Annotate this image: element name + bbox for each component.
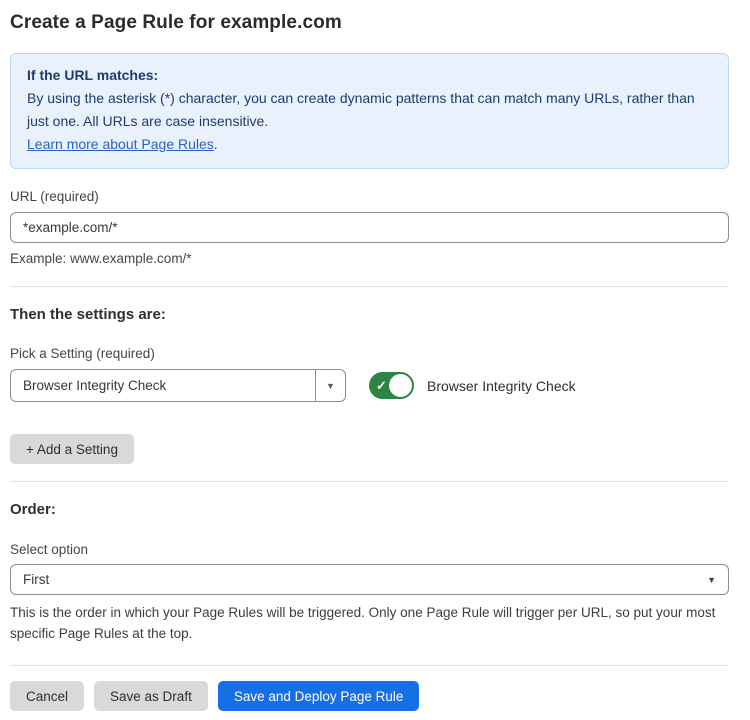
setting-dropdown-arrow-button[interactable]: ▼ — [315, 370, 345, 401]
add-setting-button[interactable]: + Add a Setting — [10, 434, 134, 464]
select-option-label: Select option — [10, 542, 729, 557]
page-title: Create a Page Rule for example.com — [10, 12, 729, 34]
info-box-body: By using the asterisk (*) character, you… — [27, 87, 712, 133]
order-section-heading: Order: — [10, 501, 729, 518]
divider — [10, 481, 729, 482]
setting-dropdown[interactable]: Browser Integrity Check ▼ — [10, 369, 346, 402]
cancel-button[interactable]: Cancel — [10, 681, 84, 711]
info-box-heading: If the URL matches: — [27, 64, 712, 87]
save-deploy-button[interactable]: Save and Deploy Page Rule — [218, 681, 420, 711]
footer-actions: Cancel Save as Draft Save and Deploy Pag… — [10, 681, 729, 711]
url-label: URL (required) — [10, 189, 729, 204]
check-icon: ✓ — [376, 379, 387, 392]
settings-section-heading: Then the settings are: — [10, 306, 729, 323]
page-rule-form: Create a Page Rule for example.com If th… — [0, 0, 750, 711]
save-draft-button[interactable]: Save as Draft — [94, 681, 208, 711]
url-match-info-box: If the URL matches: By using the asteris… — [10, 53, 729, 169]
chevron-down-icon: ▼ — [707, 575, 716, 585]
url-example-text: Example: www.example.com/* — [10, 249, 729, 269]
setting-toggle[interactable]: ✓ — [369, 372, 414, 399]
toggle-knob — [389, 374, 412, 397]
chevron-down-icon: ▼ — [326, 381, 335, 391]
learn-more-link[interactable]: Learn more about Page Rules — [27, 136, 214, 152]
pick-setting-label: Pick a Setting (required) — [10, 346, 729, 361]
setting-row: Browser Integrity Check ▼ ✓ Browser Inte… — [10, 369, 729, 402]
divider — [10, 665, 729, 666]
order-helper-text: This is the order in which your Page Rul… — [10, 602, 729, 644]
order-select-value: First — [23, 572, 49, 587]
url-input[interactable] — [10, 212, 729, 243]
divider — [10, 286, 729, 287]
setting-dropdown-value: Browser Integrity Check — [11, 370, 315, 401]
toggle-label: Browser Integrity Check — [427, 378, 576, 394]
link-suffix: . — [214, 136, 218, 152]
info-box-link-line: Learn more about Page Rules. — [27, 133, 712, 156]
order-select[interactable]: First ▼ — [10, 564, 729, 595]
